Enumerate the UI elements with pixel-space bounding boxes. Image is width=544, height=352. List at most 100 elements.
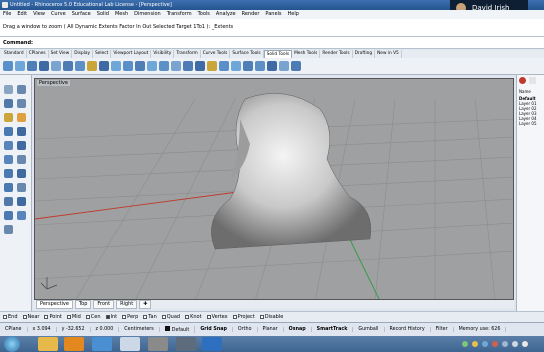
menu-file[interactable]: File (3, 10, 11, 19)
tab-mesh-tools[interactable]: Mesh Tools (292, 50, 321, 58)
array-tool-icon[interactable] (17, 155, 26, 164)
analyze-tool-icon[interactable] (4, 225, 13, 234)
menu-analyze[interactable]: Analyze (216, 10, 236, 19)
osnap-quad[interactable]: Quad (161, 314, 180, 320)
menu-tools[interactable]: Tools (198, 10, 210, 19)
osnap-end[interactable]: End (3, 314, 18, 320)
select-arrow-icon[interactable] (4, 85, 13, 94)
word-taskbar-icon[interactable] (202, 337, 222, 351)
toggle-planar[interactable]: Planar (258, 327, 284, 332)
tab-transform[interactable]: Transform (174, 50, 201, 58)
tab-solid-tools[interactable]: Solid Tools (263, 50, 293, 58)
fillet-edge-tool-icon[interactable] (123, 61, 133, 71)
union-tool-icon[interactable] (87, 61, 97, 71)
network-icon[interactable] (502, 341, 508, 347)
tab-drafting[interactable]: Drafting (353, 50, 376, 58)
tab-front[interactable]: Front (93, 300, 115, 309)
add-viewport-tab-icon[interactable]: ✚ (139, 300, 152, 309)
start-button-icon[interactable] (4, 336, 20, 352)
arc-tool-icon[interactable] (17, 113, 26, 122)
slab-tool-icon[interactable] (267, 61, 277, 71)
mesh-tool-icon[interactable] (17, 141, 26, 150)
tab-surface-tools[interactable]: Surface Tools (230, 50, 264, 58)
edit-solid-tool-icon[interactable] (231, 61, 241, 71)
toggle-ortho[interactable]: Ortho (233, 327, 258, 332)
osnap-disable[interactable]: Disable (259, 314, 283, 320)
toggle-osnap[interactable]: Osnap (284, 327, 312, 332)
tab-curve-tools[interactable]: Curve Tools (201, 50, 231, 58)
toggle-record-history[interactable]: Record History (385, 327, 431, 332)
solid-box-icon[interactable] (4, 141, 13, 150)
curve-tool-icon[interactable] (17, 99, 26, 108)
tab-top[interactable]: Top (74, 300, 92, 309)
tab-render-tools[interactable]: Render Tools (320, 50, 353, 58)
tab-visibility[interactable]: Visibility (151, 50, 175, 58)
menu-transform[interactable]: Transform (167, 10, 192, 19)
app2-taskbar-icon[interactable] (176, 337, 196, 351)
properties-tab-icon[interactable] (529, 77, 537, 84)
toggle-gumball[interactable]: Gumball (353, 327, 385, 332)
circle-tool-icon[interactable] (4, 113, 13, 122)
split-tool-icon[interactable] (17, 197, 26, 206)
move-face-tool-icon[interactable] (183, 61, 193, 71)
viewport-title[interactable]: Perspective (37, 80, 70, 86)
file-explorer-icon[interactable] (38, 337, 58, 351)
fold-face-tool-icon[interactable] (207, 61, 217, 71)
menu-render[interactable]: Render (242, 10, 260, 19)
sphere-tool-icon[interactable] (15, 61, 25, 71)
media-player-icon[interactable] (64, 337, 84, 351)
torus-tool-icon[interactable] (51, 61, 61, 71)
osnap-perp[interactable]: Perp (122, 314, 138, 320)
wire-cut-tool-icon[interactable] (255, 61, 265, 71)
menu-edit[interactable]: Edit (17, 10, 27, 19)
tray-icon[interactable] (482, 341, 488, 347)
offset-solid-tool-icon[interactable] (279, 61, 289, 71)
surface-tool-icon[interactable] (4, 127, 13, 136)
osnap-mid[interactable]: Mid (66, 314, 81, 320)
fillet-tool-icon[interactable] (17, 169, 26, 178)
menu-view[interactable]: View (33, 10, 45, 19)
menu-panels[interactable]: Panels (265, 10, 281, 19)
join-tool-icon[interactable] (17, 183, 26, 192)
tray-icon[interactable] (462, 341, 468, 347)
dimension-tool-icon[interactable] (17, 211, 26, 220)
tab-standard[interactable]: Standard (2, 50, 27, 58)
shell-tool-icon[interactable] (147, 61, 157, 71)
volume-icon[interactable] (512, 341, 518, 347)
menu-surface[interactable]: Surface (72, 10, 91, 19)
tab-viewport-layout[interactable]: Viewport Layout (111, 50, 152, 58)
solid-points-tool-icon[interactable] (243, 61, 253, 71)
menu-help[interactable]: Help (288, 10, 299, 19)
mesh-solid-tool-icon[interactable] (291, 61, 301, 71)
pipe-tool-icon[interactable] (63, 61, 73, 71)
rhino-taskbar-icon[interactable] (120, 337, 140, 351)
menu-solid[interactable]: Solid (97, 10, 109, 19)
tab-cplanes[interactable]: CPlanes (27, 50, 49, 58)
cap-tool-icon[interactable] (159, 61, 169, 71)
tab-perspective[interactable]: Perspective (36, 300, 73, 309)
tab-select[interactable]: Select (93, 50, 112, 58)
clock-icon[interactable] (522, 341, 528, 347)
group-tool-icon[interactable] (4, 211, 13, 220)
osnap-point[interactable]: Point (44, 314, 62, 320)
tool-taskbar-icon[interactable] (148, 337, 168, 351)
point-tool-icon[interactable] (17, 85, 26, 94)
tab-set-view[interactable]: Set View (49, 50, 73, 58)
extrude-surface-icon[interactable] (17, 127, 26, 136)
tab-right[interactable]: Right (116, 300, 138, 309)
tray-icon[interactable] (492, 341, 498, 347)
polyline-tool-icon[interactable] (4, 99, 13, 108)
tab-new-in-v5[interactable]: New in V5 (375, 50, 402, 58)
explode-tool-icon[interactable] (4, 183, 13, 192)
cone-tool-icon[interactable] (39, 61, 49, 71)
menu-mesh[interactable]: Mesh (115, 10, 128, 19)
command-line[interactable]: Command: (0, 37, 544, 49)
status-cplane[interactable]: CPlane (0, 327, 28, 332)
tab-display[interactable]: Display (72, 50, 94, 58)
toggle-smarttrack[interactable]: SmartTrack (312, 327, 354, 332)
boolean-tool-icon[interactable] (4, 169, 13, 178)
cylinder-tool-icon[interactable] (27, 61, 37, 71)
osnap-near[interactable]: Near (22, 314, 39, 320)
chamfer-edge-tool-icon[interactable] (135, 61, 145, 71)
perspective-viewport[interactable]: Perspective (34, 78, 514, 300)
